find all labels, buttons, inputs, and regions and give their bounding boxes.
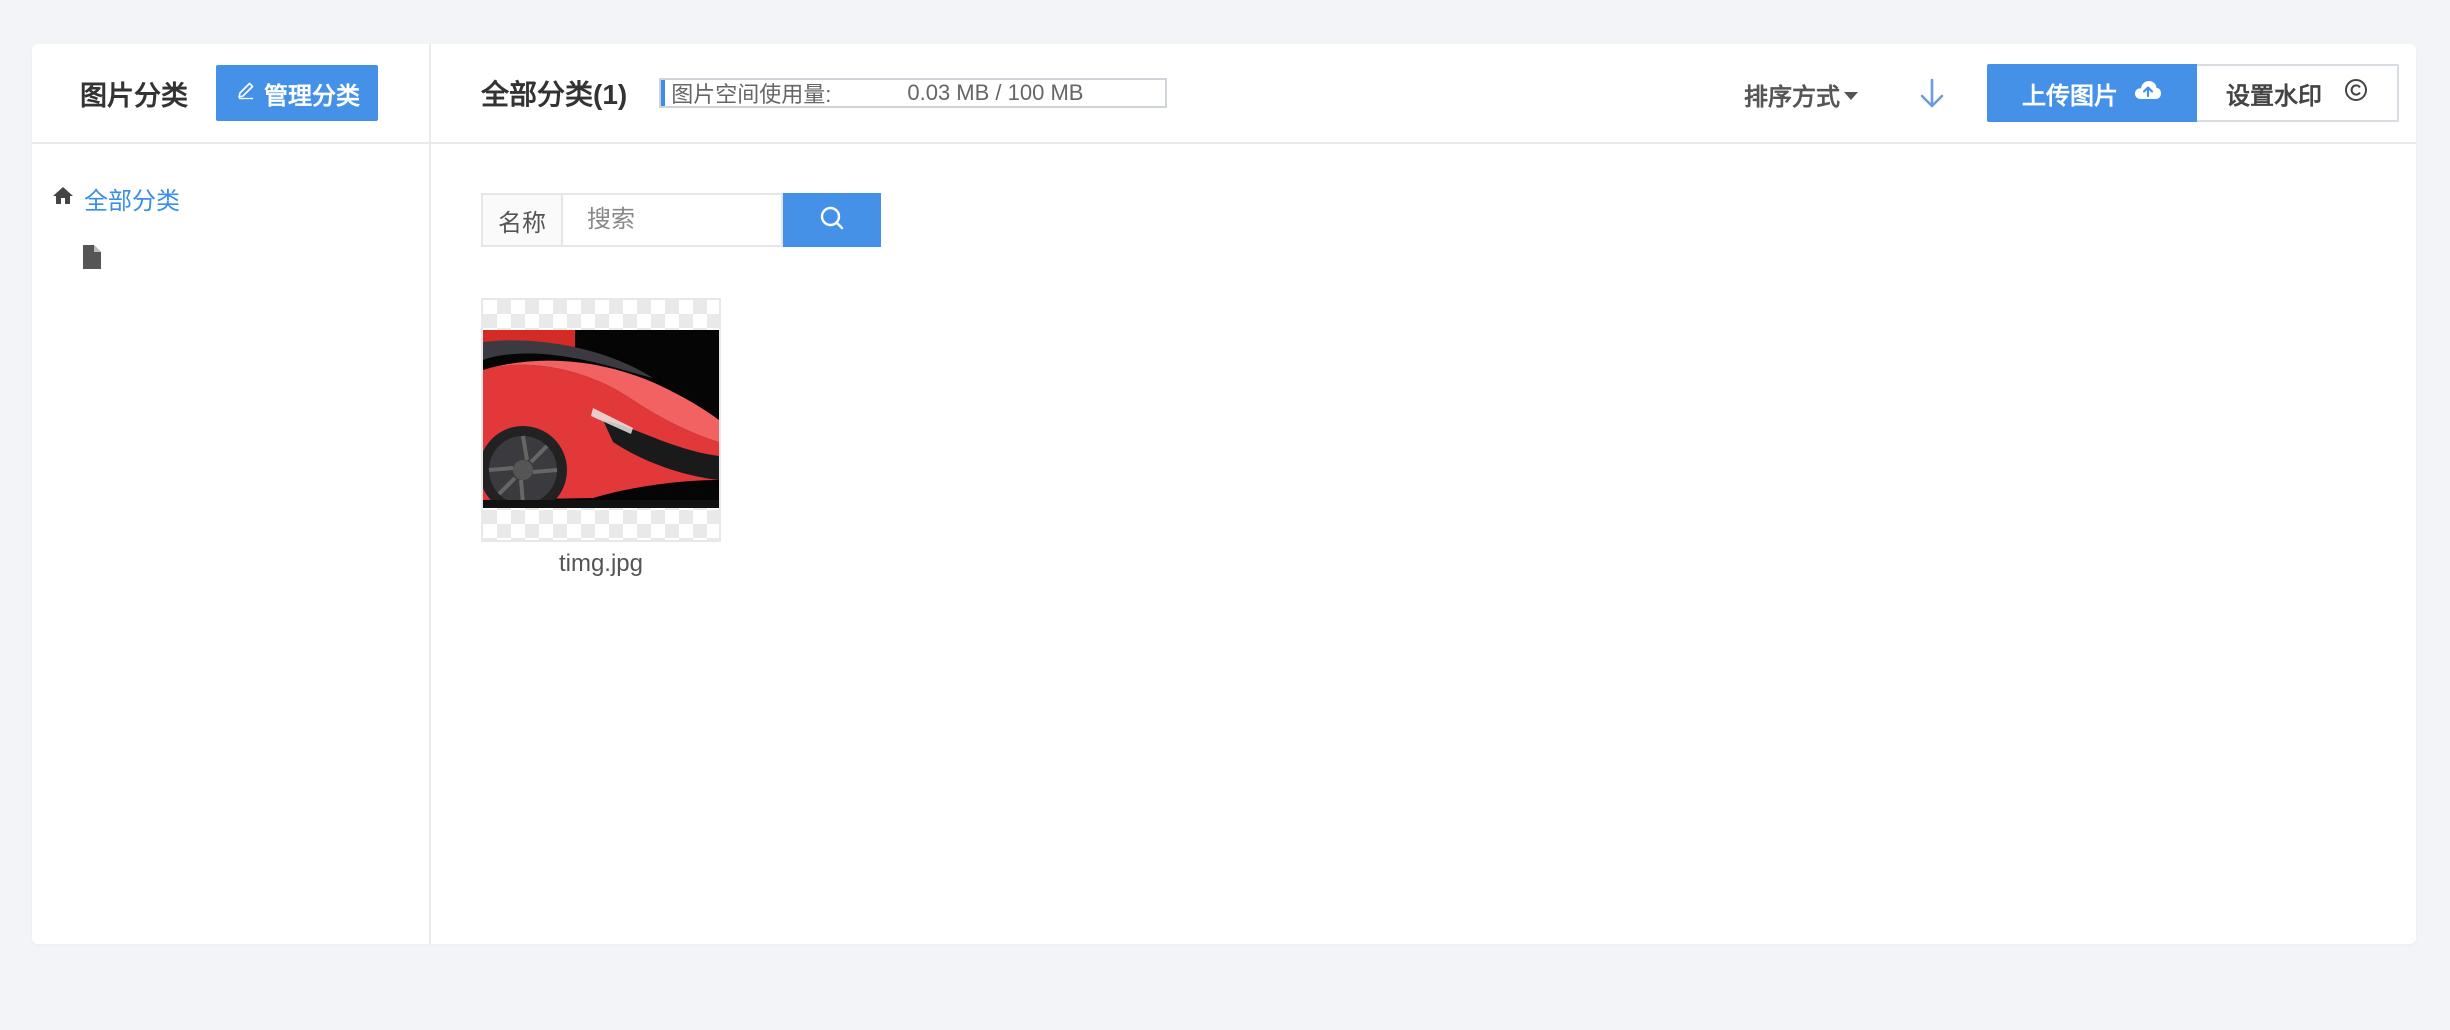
edit-icon bbox=[236, 79, 256, 107]
upload-label: 上传图片 bbox=[2022, 82, 2118, 110]
arrow-down-icon bbox=[1914, 78, 1950, 118]
search-bar: 名称 bbox=[481, 193, 881, 247]
copyright-icon bbox=[2344, 78, 2368, 109]
search-input[interactable] bbox=[561, 193, 783, 247]
car-photo bbox=[483, 330, 719, 508]
category-sidebar: 图片分类 管理分类 全部分类 bbox=[32, 44, 431, 944]
sort-dropdown[interactable]: 排序方式 bbox=[1744, 44, 1858, 144]
main-header: 全部分类(1) 图片空间使用量: 0.03 MB / 100 MB 排序方式 上… bbox=[431, 44, 2416, 144]
upload-image-button[interactable]: 上传图片 bbox=[1987, 64, 2197, 122]
storage-usage-bar: 图片空间使用量: 0.03 MB / 100 MB bbox=[659, 78, 1168, 108]
file-icon bbox=[82, 244, 102, 275]
sort-label: 排序方式 bbox=[1744, 83, 1840, 111]
tree-item-label: 全部分类 bbox=[84, 187, 180, 215]
caret-down-icon bbox=[1844, 80, 1858, 108]
storage-usage-label: 图片空间使用量: bbox=[671, 82, 832, 107]
image-card[interactable]: timg.jpg bbox=[481, 298, 721, 578]
storage-usage-value: 0.03 MB / 100 MB bbox=[907, 80, 1084, 105]
page-title: 全部分类(1) bbox=[481, 79, 628, 110]
search-icon bbox=[818, 204, 846, 237]
image-filename: timg.jpg bbox=[558, 550, 644, 577]
header-actions: 上传图片 设置水印 bbox=[1987, 64, 2399, 122]
image-thumbnail[interactable] bbox=[481, 298, 721, 542]
image-manager-panel: 图片分类 管理分类 全部分类 全部分类(1) 图片空间使用量: 0.03 MB … bbox=[32, 44, 2416, 944]
search-button[interactable] bbox=[783, 193, 881, 247]
set-watermark-button[interactable]: 设置水印 bbox=[2197, 64, 2399, 122]
tree-item-subcategory[interactable] bbox=[32, 242, 429, 276]
image-main-area: 全部分类(1) 图片空间使用量: 0.03 MB / 100 MB 排序方式 上… bbox=[431, 44, 2416, 944]
manage-categories-label: 管理分类 bbox=[264, 82, 360, 110]
sidebar-title: 图片分类 bbox=[80, 80, 188, 111]
cloud-upload-icon bbox=[2134, 79, 2162, 108]
watermark-label: 设置水印 bbox=[2226, 82, 2322, 110]
image-grid: timg.jpg bbox=[481, 298, 721, 578]
tree-item-all-categories[interactable]: 全部分类 bbox=[32, 178, 429, 218]
manage-categories-button[interactable]: 管理分类 bbox=[216, 65, 378, 121]
category-tree: 全部分类 bbox=[32, 144, 429, 276]
sort-direction-toggle[interactable] bbox=[1914, 74, 1950, 114]
home-icon bbox=[52, 184, 74, 212]
sidebar-header: 图片分类 管理分类 bbox=[32, 44, 429, 144]
search-field-label: 名称 bbox=[481, 193, 561, 247]
